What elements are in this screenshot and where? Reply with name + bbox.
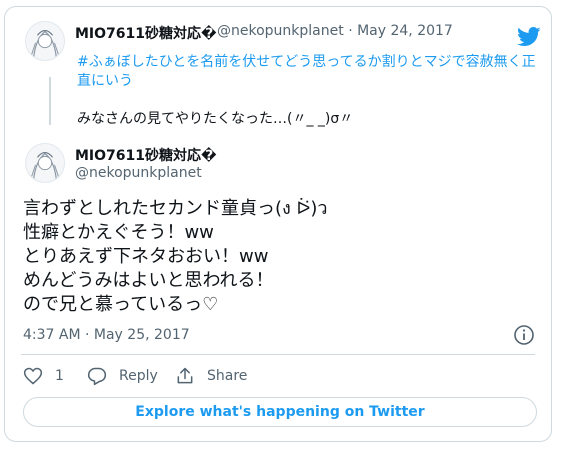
like-count: 1	[55, 368, 64, 384]
thread-connector-line	[49, 77, 51, 125]
avatar[interactable]	[25, 21, 65, 61]
quoted-date[interactable]: May 24, 2017	[357, 23, 453, 39]
tweet-timestamp[interactable]: 4:37 AM · May 25, 2017	[23, 327, 190, 343]
quoted-author-handle[interactable]: @nekopunkplanet · May 24, 2017	[217, 23, 453, 39]
author-handle[interactable]: @nekopunkplanet	[75, 165, 202, 181]
avatar[interactable]	[25, 143, 65, 183]
reply-icon	[87, 367, 107, 386]
like-button[interactable]: 1	[23, 365, 64, 387]
tweet-card: MIO7611砂糖対応� @nekopunkplanet · May 24, 2…	[4, 6, 552, 442]
divider	[21, 354, 535, 355]
share-button[interactable]: Share	[175, 365, 247, 387]
reply-button[interactable]: Reply	[87, 365, 158, 387]
tweet-text: 言わずとしれたセカンド童貞っ(ง ᐖ)ว 性癖とかえぐそう！ww とりあえず下ネ…	[23, 198, 328, 315]
twitter-bird-icon[interactable]	[517, 27, 541, 47]
quoted-body: みなさんの見てやりたくなった…(〃_ _)σ〃	[77, 111, 354, 127]
share-icon	[177, 367, 193, 384]
quoted-tweet-text: #ふぁぼしたひとを名前を伏せてどう思ってるか割りとマジで容赦無く正直にいう みな…	[77, 53, 537, 129]
avatar-illustration	[26, 22, 64, 60]
heart-icon	[23, 367, 43, 385]
quoted-author-name[interactable]: MIO7611砂糖対応�	[75, 23, 217, 43]
quoted-separator: ·	[348, 23, 353, 39]
reply-label: Reply	[119, 368, 158, 384]
info-icon[interactable]	[513, 324, 535, 346]
share-label: Share	[207, 368, 248, 384]
quoted-handle-text[interactable]: @nekopunkplanet	[217, 23, 344, 39]
avatar-illustration	[26, 144, 64, 182]
explore-button[interactable]: Explore what's happening on Twitter	[23, 397, 537, 427]
hashtag-link[interactable]: #ふぁぼしたひとを名前を伏せてどう思ってるか割りとマジで容赦無く正直にいう	[77, 53, 537, 91]
author-name[interactable]: MIO7611砂糖対応�	[75, 145, 217, 165]
